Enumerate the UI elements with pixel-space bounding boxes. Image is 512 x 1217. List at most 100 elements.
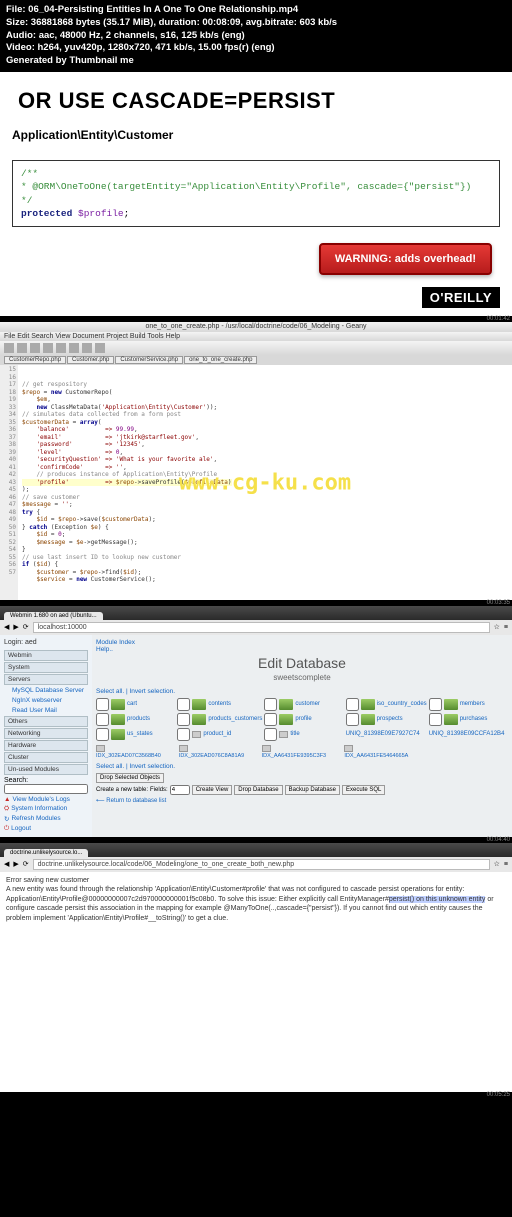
table-checkbox[interactable]	[429, 698, 442, 711]
star-icon[interactable]: ☆	[494, 623, 500, 631]
table-checkbox[interactable]	[346, 698, 359, 711]
drop-database-button[interactable]: Drop Database	[234, 785, 282, 795]
table-checkbox[interactable]	[96, 728, 109, 741]
menu-icon[interactable]: ≡	[504, 624, 508, 631]
build-icon[interactable]	[82, 343, 92, 353]
back-icon[interactable]: ◀	[4, 623, 9, 631]
folder-icon	[111, 729, 125, 740]
table-checkbox[interactable]	[346, 713, 359, 726]
ide-tab[interactable]: one_to_one_create.php	[184, 356, 257, 364]
table-item[interactable]: products_customers	[177, 713, 262, 726]
new-icon[interactable]	[4, 343, 14, 353]
sidebar-item-mail[interactable]: Read User Mail	[4, 706, 88, 715]
url-input[interactable]: localhost:10000	[33, 622, 490, 633]
drop-selected-button[interactable]: Drop Selected Objects	[96, 773, 164, 783]
table-checkbox[interactable]	[264, 698, 277, 711]
forward-icon[interactable]: ▶	[13, 860, 18, 868]
table-checkbox[interactable]	[264, 728, 277, 741]
code-editor[interactable]: // get respository $repo = new CustomerR…	[18, 365, 512, 600]
table-checkbox[interactable]	[96, 713, 109, 726]
folder-icon	[192, 714, 206, 725]
browser-tab[interactable]: doctrine.unlikelysource.lo...	[4, 849, 88, 857]
redo-icon[interactable]	[56, 343, 66, 353]
backup-database-button[interactable]: Backup Database	[285, 785, 340, 795]
logout-link[interactable]: ⏻Logout	[4, 825, 88, 833]
run-icon[interactable]	[69, 343, 79, 353]
table-item[interactable]: cart	[96, 698, 175, 711]
view-logs-link[interactable]: ▲View Module's Logs	[4, 796, 88, 803]
error-highlight: persist() on this unknown entity	[389, 896, 486, 903]
open-icon[interactable]	[17, 343, 27, 353]
sidebar-item-mysql[interactable]: MySQL Database Server	[4, 686, 88, 695]
code-line: /**	[21, 167, 491, 180]
ide-tab[interactable]: CustomerRepo.php	[4, 356, 66, 364]
index-item[interactable]: UNIQ_81398E09CCFA12B4	[429, 728, 508, 741]
reload-icon[interactable]: ⟳	[23, 623, 29, 631]
table-item[interactable]: members	[429, 698, 508, 711]
index-item[interactable]: IDX_AA6431FE9395C3F3	[262, 745, 343, 759]
ide-toolbar	[0, 341, 512, 355]
table-item[interactable]: purchases	[429, 713, 508, 726]
ide-tab[interactable]: Customer.php	[67, 356, 114, 364]
table-checkbox[interactable]	[177, 728, 190, 741]
url-input[interactable]: doctrine.unlikelysource.local/code/06_Mo…	[33, 859, 490, 870]
table-checkbox[interactable]	[429, 713, 442, 726]
index-item[interactable]: IDX_AA6431FE5464665A	[344, 745, 425, 759]
sidebar-item-nginx[interactable]: NgInX webserver	[4, 696, 88, 705]
star-icon[interactable]: ☆	[494, 860, 500, 868]
tables-grid: cart contents customer iso_country_codes…	[96, 698, 508, 741]
fields-input[interactable]	[170, 785, 190, 795]
ide-tab[interactable]: CustomerService.php	[115, 356, 183, 364]
table-checkbox[interactable]	[96, 698, 109, 711]
table-item[interactable]: profile	[264, 713, 343, 726]
code-line: * @ORM\OneToOne(targetEntity="Applicatio…	[21, 180, 491, 193]
folder-icon	[111, 699, 125, 710]
create-view-button[interactable]: Create View	[192, 785, 233, 795]
undo-icon[interactable]	[43, 343, 53, 353]
table-item[interactable]: contents	[177, 698, 262, 711]
menu-icon[interactable]: ≡	[504, 861, 508, 868]
index-item[interactable]: UNIQ_81398E09E7927C74	[346, 728, 427, 741]
reload-icon[interactable]: ⟳	[23, 860, 29, 868]
table-item[interactable]: iso_country_codes	[346, 698, 427, 711]
table-item[interactable]: products	[96, 713, 175, 726]
table-item[interactable]: customer	[264, 698, 343, 711]
selection-links[interactable]: Select all. | Invert selection.	[96, 763, 508, 770]
execute-sql-button[interactable]: Execute SQL	[342, 785, 385, 795]
file-line: File: 06_04-Persisting Entities In A One…	[6, 4, 506, 17]
fields-label: Fields:	[150, 787, 168, 793]
sidebar-item-webmin[interactable]: Webmin	[4, 650, 88, 661]
selection-links[interactable]: Select all. | Invert selection.	[96, 688, 508, 695]
sidebar-item-system[interactable]: System	[4, 662, 88, 673]
save-icon[interactable]	[30, 343, 40, 353]
sidebar-item-cluster[interactable]: Cluster	[4, 752, 88, 763]
browser-tab[interactable]: Webmin 1.680 on aed (Ubuntu...	[4, 612, 103, 620]
refresh-link[interactable]: ↻Refresh Modules	[4, 815, 88, 823]
ide-menu[interactable]: File Edit Search View Document Project B…	[0, 332, 512, 341]
back-icon[interactable]: ◀	[4, 860, 9, 868]
quit-icon[interactable]	[95, 343, 105, 353]
gutter: 15 16 17 18 19 33 34 35 36 37 38 39 40 4…	[0, 365, 18, 600]
return-link[interactable]: ⟵ Return to database list	[96, 797, 508, 804]
folder-icon	[361, 699, 375, 710]
sidebar-item-servers[interactable]: Servers	[4, 674, 88, 685]
table-item[interactable]: prospects	[346, 713, 427, 726]
index-item[interactable]: IDX_302EAD076C8A81A9	[179, 745, 260, 759]
forward-icon[interactable]: ▶	[13, 623, 18, 631]
help-link[interactable]: Help..	[96, 646, 113, 653]
index-item[interactable]: IDX_302EAD07C3568B40	[96, 745, 177, 759]
sidebar-item-hardware[interactable]: Hardware	[4, 740, 88, 751]
module-index-link[interactable]: Module Index	[96, 639, 135, 646]
view-item[interactable]: title	[264, 728, 343, 741]
system-info-link[interactable]: ⛭System Information	[4, 805, 88, 813]
table-checkbox[interactable]	[177, 698, 190, 711]
sidebar-item-unused[interactable]: Un-used Modules	[4, 764, 88, 775]
table-item[interactable]: us_states	[96, 728, 175, 741]
search-input[interactable]	[4, 784, 88, 794]
table-checkbox[interactable]	[264, 713, 277, 726]
browser-db-panel: Webmin 1.680 on aed (Ubuntu... ◀ ▶ ⟳ loc…	[0, 606, 512, 837]
sidebar-item-networking[interactable]: Networking	[4, 728, 88, 739]
view-item[interactable]: product_id	[177, 728, 262, 741]
sidebar-item-others[interactable]: Others	[4, 716, 88, 727]
table-checkbox[interactable]	[177, 713, 190, 726]
